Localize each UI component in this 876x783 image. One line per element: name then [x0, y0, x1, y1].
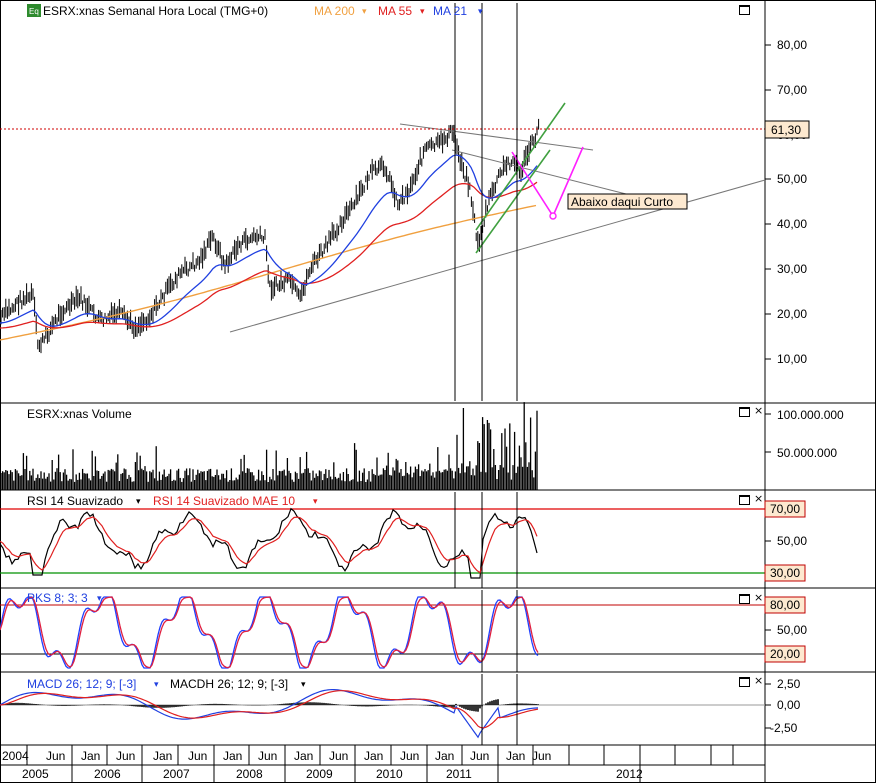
tick-label: 2,50 — [777, 677, 801, 691]
tick-label: 10,00 — [777, 352, 807, 366]
macdh-title[interactable]: MACDH 26; 12; 9; [-3] — [170, 677, 288, 691]
tick-label: 50.000.000 — [777, 446, 837, 460]
tick-label: 80,00 — [770, 598, 800, 612]
tick-label: 30,00 — [770, 566, 800, 580]
ma200-legend[interactable]: MA 200 — [314, 4, 355, 18]
volume-panel-title[interactable]: ESRX:xnas Volume — [27, 407, 132, 421]
tick-label: 0,00 — [777, 698, 801, 712]
outer-border — [0, 0, 876, 783]
close-rsi-panel-button[interactable]: × — [754, 493, 763, 504]
maximize-macd-panel-button[interactable] — [739, 677, 750, 687]
panel-frames — [0, 0, 876, 783]
symbol-badge-text: Eq — [29, 7, 39, 16]
tick-label: 40,00 — [777, 217, 807, 231]
maximize-rsi-panel-button[interactable] — [739, 495, 750, 505]
price-bars-series — [0, 118, 540, 354]
close-pks-panel-button[interactable]: × — [754, 592, 763, 603]
ma21-legend[interactable]: MA 21 — [433, 4, 467, 18]
rsi-dropdown-icon[interactable]: ▾ — [136, 496, 141, 506]
month-label: Jun — [329, 749, 348, 763]
month-label: Jun — [470, 749, 489, 763]
projection-point[interactable] — [549, 212, 557, 220]
pks-dropdown-icon[interactable]: ▾ — [97, 593, 102, 603]
tick-label: 50,00 — [777, 172, 807, 186]
month-label: Jan — [153, 749, 172, 763]
year-label: 2005 — [22, 767, 49, 781]
month-label: Jan — [435, 749, 454, 763]
price-axis: 80,00 70,00 60,00 50,00 40,00 30,00 20,0… — [777, 38, 807, 366]
tick-label: 20,00 — [777, 307, 807, 321]
year-label: 2008 — [236, 767, 263, 781]
month-label: Jun — [258, 749, 277, 763]
lower-convergence-line[interactable] — [451, 149, 631, 196]
year-label: 2006 — [94, 767, 121, 781]
month-label: Jun — [400, 749, 419, 763]
month-label: Jan — [294, 749, 313, 763]
tick-label: 100.000.000 — [777, 408, 844, 422]
month-label: 2004 — [2, 749, 29, 763]
month-label: Jun — [46, 749, 65, 763]
rsi-signal-line — [0, 516, 538, 574]
month-label: Jun — [532, 749, 551, 763]
tick-label: 70,00 — [777, 83, 807, 97]
tick-label: 50,00 — [777, 534, 807, 548]
close-macd-panel-button[interactable]: × — [754, 675, 763, 686]
ma200-dropdown-icon[interactable]: ▾ — [362, 6, 367, 16]
chart-canvas[interactable]: Abaixo daqui Curto 80,00 70,00 60,00 50,… — [0, 0, 876, 783]
year-label: 2007 — [163, 767, 190, 781]
month-label: Jan — [364, 749, 383, 763]
tick-label: 30,00 — [777, 262, 807, 276]
month-label: Jun — [116, 749, 135, 763]
maximize-pks-panel-button[interactable] — [739, 594, 750, 604]
pks-chart[interactable] — [0, 590, 765, 672]
rsi-title[interactable]: RSI 14 Suavizado — [27, 494, 123, 508]
maximize-price-panel-button[interactable] — [739, 5, 750, 15]
year-label: 2010 — [376, 767, 403, 781]
month-label: Jun — [188, 749, 207, 763]
month-label: Jan — [223, 749, 242, 763]
ma55-line — [0, 181, 538, 329]
ma21-dropdown-icon[interactable]: ▾ — [478, 6, 483, 16]
price-chart[interactable]: Abaixo daqui Curto — [0, 3, 766, 401]
macd-title[interactable]: MACD 26; 12; 9; [-3] — [27, 677, 136, 691]
tick-label: 70,00 — [770, 502, 800, 516]
ma55-legend[interactable]: MA 55 — [378, 4, 412, 18]
tick-label: 80,00 — [777, 38, 807, 52]
price-panel-title[interactable]: ESRX:xnas Semanal Hora Local (TMG+0) — [43, 4, 268, 18]
year-label: 2012 — [616, 767, 643, 781]
maximize-volume-panel-button[interactable] — [739, 407, 750, 417]
year-label: 2011 — [446, 767, 472, 781]
macd-dropdown-icon[interactable]: ▾ — [154, 679, 159, 689]
rsi-signal-dropdown-icon[interactable]: ▾ — [313, 496, 318, 506]
month-label: Jan — [506, 749, 525, 763]
rsi-signal-title[interactable]: RSI 14 Suavizado MAE 10 — [153, 494, 295, 508]
pks-title[interactable]: PKS 8; 3; 3 — [27, 591, 88, 605]
macdh-dropdown-icon[interactable]: ▾ — [301, 679, 306, 689]
ma55-dropdown-icon[interactable]: ▾ — [420, 6, 425, 16]
pks-d-line — [0, 596, 539, 669]
close-volume-panel-button[interactable]: × — [754, 405, 763, 416]
year-label: 2009 — [306, 767, 333, 781]
tick-label: 50,00 — [777, 623, 807, 637]
resistance-trendline[interactable] — [399, 123, 594, 151]
annotation-text: Abaixo daqui Curto — [571, 195, 673, 209]
last-price-value: 61,30 — [771, 123, 801, 137]
month-label: Jan — [81, 749, 100, 763]
tick-label: -2,50 — [770, 721, 798, 735]
tick-label: 20,00 — [770, 647, 800, 661]
